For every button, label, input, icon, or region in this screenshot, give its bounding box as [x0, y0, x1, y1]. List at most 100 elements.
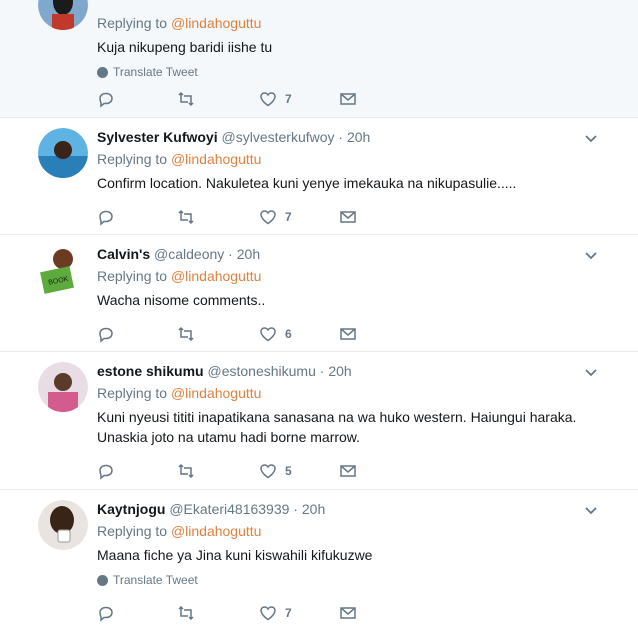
tweet-actions: 7 — [97, 208, 397, 226]
display-name[interactable]: estone shikumu — [97, 363, 204, 379]
globe-icon — [97, 66, 108, 78]
dm-button[interactable] — [339, 325, 357, 343]
translate-label: Translate Tweet — [113, 573, 198, 587]
avatar[interactable] — [38, 0, 88, 30]
replying-label: Replying to — [97, 15, 168, 31]
retweet-icon — [178, 463, 194, 479]
tweet-item[interactable]: estone shikumu @estoneshikumu · 20h Repl… — [0, 352, 638, 490]
retweet-icon — [178, 605, 194, 621]
reply-button[interactable] — [97, 208, 115, 226]
like-button[interactable]: 7 — [259, 604, 292, 622]
display-name[interactable]: Sylvester Kufwoyi — [97, 129, 218, 145]
replying-to: Replying to @lindahoguttu — [97, 150, 618, 168]
tweet-actions: 6 — [97, 325, 397, 343]
reply-button[interactable] — [97, 462, 115, 480]
replying-label: Replying to — [97, 385, 168, 401]
dm-button[interactable] — [339, 90, 357, 108]
tweet-actions: 7 — [97, 604, 397, 622]
like-count: 7 — [285, 606, 292, 620]
handle[interactable]: @caldeony — [154, 246, 224, 262]
replying-label: Replying to — [97, 523, 168, 539]
replying-to: Replying to @lindahoguttu — [97, 522, 618, 540]
heart-icon — [260, 464, 276, 479]
handle[interactable]: @Ekateri48163939 — [169, 501, 289, 517]
retweet-icon — [178, 91, 194, 107]
tweet-header: estone shikumu @estoneshikumu · 20h — [97, 363, 352, 379]
tweet-header: Sylvester Kufwoyi @sylvesterkufwoy · 20h — [97, 129, 371, 145]
like-count: 6 — [285, 327, 292, 341]
dm-button[interactable] — [339, 208, 357, 226]
replying-to: Replying to @lindahoguttu — [97, 267, 618, 285]
retweet-icon — [178, 326, 194, 342]
tweet-item[interactable]: Replying to @lindahoguttu Kuja nikupeng … — [0, 0, 638, 118]
envelope-icon — [340, 328, 356, 340]
handle[interactable]: @sylvesterkufwoy — [222, 129, 335, 145]
retweet-button[interactable] — [177, 208, 195, 226]
heart-icon — [260, 327, 276, 342]
avatar[interactable] — [38, 128, 88, 178]
tweet-actions: 7 — [97, 90, 397, 108]
mention-link[interactable]: @lindahoguttu — [171, 385, 262, 401]
retweet-button[interactable] — [177, 90, 195, 108]
dm-button[interactable] — [339, 462, 357, 480]
replying-label: Replying to — [97, 268, 168, 284]
reply-button[interactable] — [97, 604, 115, 622]
retweet-button[interactable] — [177, 604, 195, 622]
chevron-down-icon[interactable] — [584, 504, 598, 518]
envelope-icon — [340, 93, 356, 105]
retweet-button[interactable] — [177, 325, 195, 343]
display-name[interactable]: Kaytnjogu — [97, 501, 165, 517]
mention-link[interactable]: @lindahoguttu — [171, 268, 262, 284]
translate-tweet-link[interactable]: Translate Tweet — [97, 65, 618, 79]
chevron-down-icon[interactable] — [584, 249, 598, 263]
reply-icon — [99, 210, 113, 226]
handle[interactable]: @estoneshikumu — [207, 363, 315, 379]
avatar[interactable]: BOOK — [38, 245, 88, 295]
reply-icon — [99, 606, 113, 622]
replying-to: Replying to @lindahoguttu — [97, 384, 618, 402]
envelope-icon — [340, 607, 356, 619]
heart-icon — [260, 210, 276, 225]
timestamp[interactable]: 20h — [328, 363, 351, 379]
envelope-icon — [340, 211, 356, 223]
tweet-text: Maana fiche ya Jina kuni kiswahili kifuk… — [97, 547, 373, 563]
tweet-header: Calvin's @caldeony · 20h — [97, 246, 261, 262]
like-count: 7 — [285, 210, 292, 224]
like-button[interactable]: 7 — [259, 90, 292, 108]
like-button[interactable]: 7 — [259, 208, 292, 226]
tweet-header: Kaytnjogu @Ekateri48163939 · 20h — [97, 501, 326, 517]
like-count: 5 — [285, 464, 292, 478]
tweet-item[interactable]: Kaytnjogu @Ekateri48163939 · 20h Replyin… — [0, 490, 638, 630]
like-button[interactable]: 6 — [259, 325, 292, 343]
tweet-actions: 5 — [97, 462, 397, 480]
reply-icon — [99, 327, 113, 343]
globe-icon — [97, 574, 108, 586]
like-count: 7 — [285, 92, 292, 106]
timestamp[interactable]: 20h — [347, 129, 370, 145]
tweet-item[interactable]: Sylvester Kufwoyi @sylvesterkufwoy · 20h… — [0, 118, 638, 235]
retweet-icon — [178, 209, 194, 225]
chevron-down-icon[interactable] — [584, 366, 598, 380]
timestamp[interactable]: 20h — [237, 246, 260, 262]
tweet-item[interactable]: BOOK Calvin's @caldeony · 20h Replying t… — [0, 235, 638, 352]
translate-tweet-link[interactable]: Translate Tweet — [97, 573, 618, 587]
tweet-text: Confirm location. Nakuletea kuni yenye i… — [97, 175, 517, 191]
mention-link[interactable]: @lindahoguttu — [171, 15, 262, 31]
heart-icon — [260, 92, 276, 107]
like-button[interactable]: 5 — [259, 462, 292, 480]
avatar[interactable] — [38, 362, 88, 412]
mention-link[interactable]: @lindahoguttu — [171, 151, 262, 167]
retweet-button[interactable] — [177, 462, 195, 480]
replying-label: Replying to — [97, 151, 168, 167]
mention-link[interactable]: @lindahoguttu — [171, 523, 262, 539]
display-name[interactable]: Calvin's — [97, 246, 150, 262]
tweet-text: Wacha nisome comments.. — [97, 292, 266, 308]
envelope-icon — [340, 465, 356, 477]
reply-button[interactable] — [97, 90, 115, 108]
avatar[interactable] — [38, 500, 88, 550]
reply-button[interactable] — [97, 325, 115, 343]
chevron-down-icon[interactable] — [584, 132, 598, 146]
timestamp[interactable]: 20h — [302, 501, 325, 517]
translate-label: Translate Tweet — [113, 65, 198, 79]
dm-button[interactable] — [339, 604, 357, 622]
